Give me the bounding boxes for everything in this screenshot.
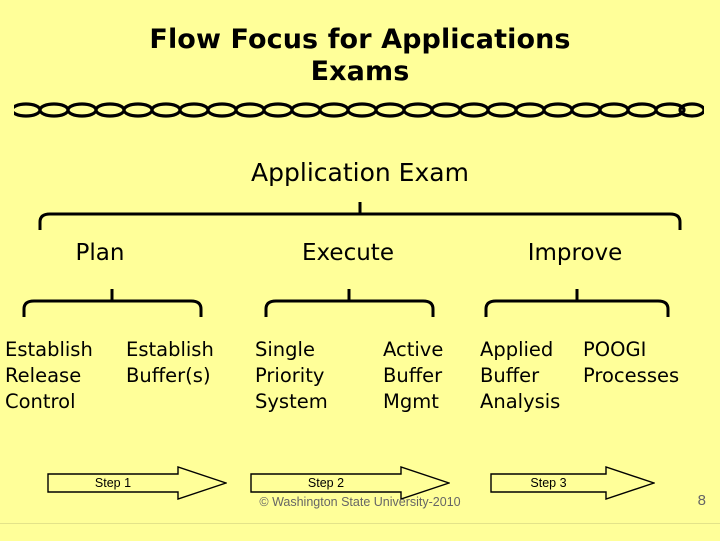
slide-canvas: Flow Focus for Applications Exams Applic… [0, 0, 720, 541]
copyright-notice: © Washington State University-2010 [259, 495, 461, 509]
bracket-plan-to-leaves [20, 285, 205, 319]
leaf-poogi-processes: POOGI Processes [583, 338, 680, 387]
bracket-improve-to-leaves [482, 285, 672, 319]
title-line-2: Exams [310, 55, 410, 87]
node-improve: Improve [527, 240, 623, 266]
bottom-band [0, 523, 720, 541]
bracket-root-to-level2 [36, 198, 684, 232]
leaf-single-priority-system: Single Priority System [255, 338, 328, 413]
root-node-application-exam: Application Exam [251, 158, 469, 187]
title-line-1: Flow Focus for Applications [149, 24, 571, 55]
page-title: Flow Focus for Applications Exams [0, 24, 720, 88]
page-number: 8 [697, 492, 706, 509]
leaf-establish-buffers: Establish Buffer(s) [126, 338, 214, 387]
bracket-execute-to-leaves [262, 285, 437, 319]
node-plan: Plan [75, 240, 125, 266]
leaf-active-buffer-mgmt: Active Buffer Mgmt [383, 338, 444, 413]
node-execute: Execute [302, 240, 394, 266]
chain-divider-icon [10, 99, 706, 121]
leaf-applied-buffer-analysis: Applied Buffer Analysis [480, 338, 561, 413]
leaf-establish-release-control: Establish Release Control [5, 338, 93, 413]
